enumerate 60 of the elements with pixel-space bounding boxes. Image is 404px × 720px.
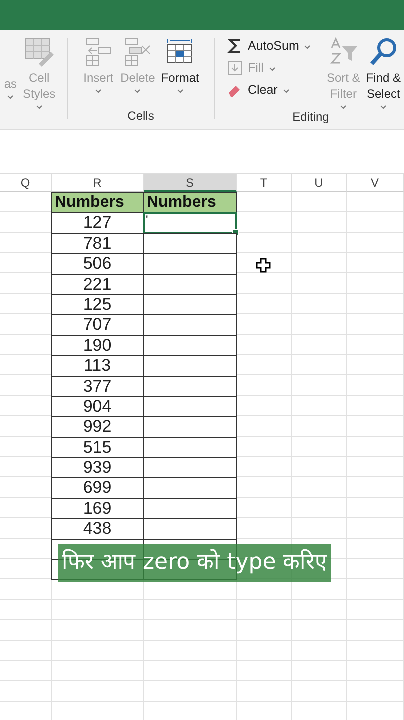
table-cell: 113 [51, 355, 144, 377]
caret-icon [340, 105, 348, 110]
table-cell: 438 [51, 518, 144, 540]
caret-icon [304, 45, 312, 50]
table-cell: 190 [51, 334, 144, 356]
table-cell[interactable] [143, 416, 237, 438]
cell-cursor-icon [256, 258, 271, 273]
table-cell: 939 [51, 457, 144, 478]
table-cell[interactable] [143, 498, 237, 520]
table-cell: 506 [51, 253, 144, 275]
column-header[interactable]: R [52, 174, 144, 192]
caret-icon [134, 89, 142, 94]
group-label: Cells [128, 109, 154, 125]
ribbon-button[interactable]: Format [159, 30, 202, 109]
column-header[interactable]: V [347, 174, 404, 192]
ribbon-button[interactable]: AutoSum [226, 36, 319, 56]
table-cell[interactable] [143, 457, 237, 478]
table-cell[interactable] [143, 477, 237, 499]
column-header[interactable]: Q [0, 174, 52, 192]
table-cell: 377 [51, 376, 144, 397]
table-cell[interactable] [143, 396, 237, 418]
table-cell[interactable] [143, 518, 237, 540]
cell-styles-icon [23, 36, 56, 68]
table-cell[interactable] [143, 232, 237, 254]
caret-icon [282, 89, 290, 94]
table-cell[interactable] [143, 294, 237, 316]
table-cell[interactable]: ' [143, 212, 237, 234]
table-cell: 127 [51, 212, 144, 234]
table-cell: 699 [51, 477, 144, 499]
column-header[interactable]: U [292, 174, 347, 192]
sigma-icon [226, 38, 243, 54]
table-cell: 169 [51, 498, 144, 520]
table-cell: 992 [51, 416, 144, 438]
caret-icon [95, 89, 102, 94]
table-cell[interactable] [143, 253, 237, 275]
table-cell: 125 [51, 294, 144, 316]
table-cell[interactable] [143, 334, 237, 356]
fill-down-icon [226, 60, 243, 76]
table-cell: 781 [51, 232, 144, 254]
table-cell[interactable] [143, 376, 237, 397]
table-cell[interactable] [143, 355, 237, 377]
column-header[interactable]: T [237, 174, 292, 192]
ribbon-button[interactable]: Find & Select [364, 30, 402, 110]
table-header-cell: Numbers [143, 192, 237, 214]
table-cell[interactable] [143, 314, 237, 336]
caret-icon [268, 67, 276, 72]
caret-icon [380, 105, 388, 110]
table-header-cell: Numbers [51, 192, 144, 214]
table-cell: 515 [51, 436, 144, 458]
group-label: Editing [292, 110, 330, 126]
table-cell[interactable] [143, 436, 237, 458]
table-cell[interactable] [143, 274, 237, 295]
caret-icon [7, 95, 14, 100]
column-header[interactable]: S [144, 174, 237, 192]
table-cell: 904 [51, 396, 144, 418]
caret-icon [176, 89, 184, 94]
ribbon-button[interactable]: Clear [226, 80, 319, 100]
caret-icon [36, 105, 43, 110]
table-cell: 707 [51, 314, 144, 336]
table-cell: 221 [51, 274, 144, 295]
